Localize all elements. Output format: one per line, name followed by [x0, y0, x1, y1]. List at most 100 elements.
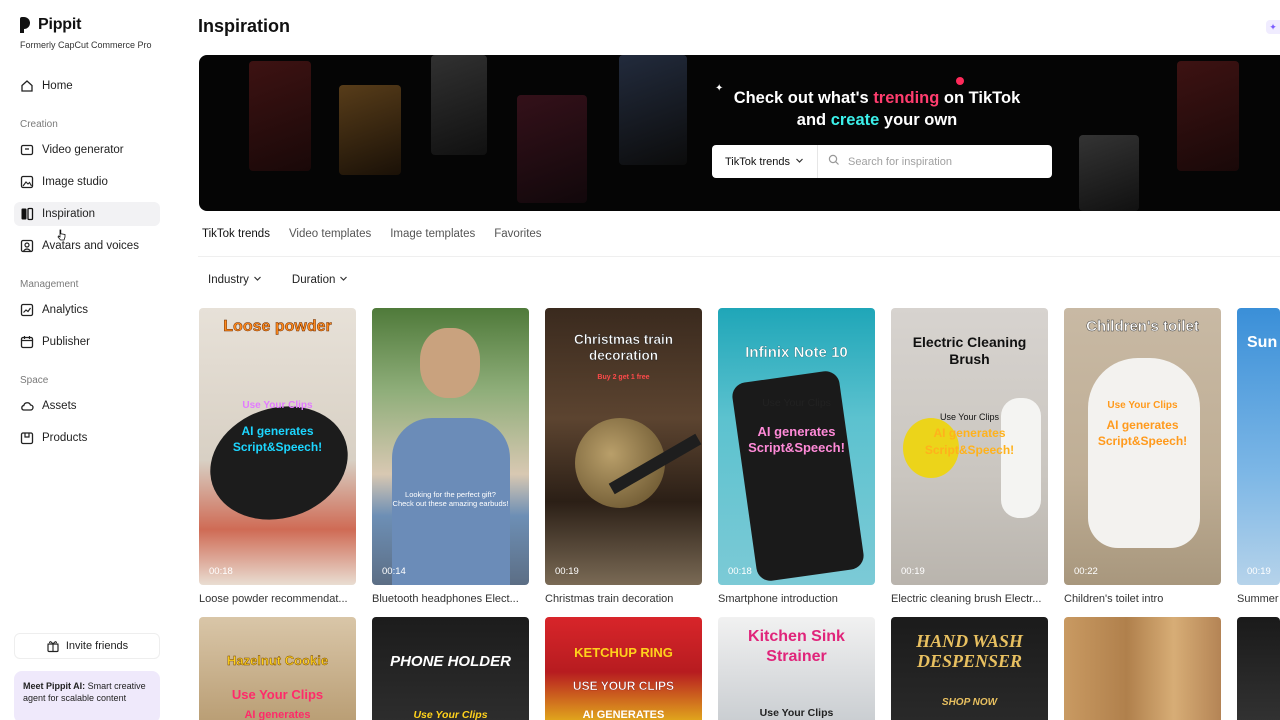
sidebar-item-image-studio[interactable]: Image studio — [14, 170, 160, 194]
template-card[interactable]: Hazelnut Cookie Use Your Clips AI genera… — [199, 617, 356, 720]
tabs-divider — [198, 256, 1280, 257]
thumbnail-title: Electric Cleaning Brush — [912, 334, 1027, 367]
industry-filter[interactable]: Industry — [198, 268, 272, 292]
sidebar-item-avatars[interactable]: Avatars and voices — [14, 234, 160, 258]
thumbnail-overlay: Script&Speech! — [1097, 434, 1188, 448]
hero-thumb — [339, 85, 401, 175]
tab-image-templates[interactable]: Image templates — [390, 226, 475, 256]
decor-dot — [956, 77, 964, 85]
template-card[interactable]: Kitchen Sink Strainer Use Your Clips — [718, 617, 875, 720]
sidebar-item-video-generator[interactable]: Video generator — [14, 138, 160, 162]
thumbnail-overlay: Buy 2 get 1 free — [597, 374, 650, 381]
chevron-down-icon — [339, 274, 348, 286]
template-thumbnail: Looking for the perfect gift? Check out … — [372, 308, 529, 585]
calendar-icon — [20, 335, 34, 349]
pippit-ai-promo[interactable]: Meet Pippit AI: Smart creative agent for… — [14, 671, 160, 720]
template-card[interactable]: KETCHUP RING USE YOUR CLIPS AI GENERATES — [545, 617, 702, 720]
thumbnail-overlay: Use Your Clips — [1107, 400, 1178, 411]
template-card[interactable] — [1064, 617, 1221, 720]
tab-favorites[interactable]: Favorites — [494, 226, 541, 256]
thumbnail-title: PHONE HOLDER — [390, 653, 511, 670]
template-card[interactable]: Looking for the perfect gift? Check out … — [372, 308, 529, 605]
category-tabs: TikTok trends Video templates Image temp… — [202, 226, 542, 256]
tab-tiktok-trends[interactable]: TikTok trends — [202, 226, 270, 256]
sidebar-item-home[interactable]: Home — [14, 74, 160, 98]
source-select[interactable]: TikTok trends — [712, 145, 818, 178]
thumbnail-overlay: Script&Speech! — [232, 440, 323, 454]
page-title: Inspiration — [198, 16, 291, 36]
thumbnail-overlay: AI generates — [244, 709, 311, 720]
template-card[interactable]: Sun 00:19 Summer — [1237, 308, 1280, 605]
thumbnail-title: HAND WASH DESPENSER — [916, 631, 1023, 671]
sidebar-item-assets[interactable]: Assets — [14, 394, 160, 418]
hero-thumb — [1177, 61, 1239, 171]
gift-icon — [46, 639, 60, 653]
thumbnail-title: Sun — [1247, 334, 1278, 351]
template-thumbnail: Loose powder Use Your Clips AI generates… — [199, 308, 356, 585]
video-duration: 00:18 — [209, 566, 233, 577]
sparkle-icon[interactable]: ✦ — [1266, 20, 1280, 34]
tab-video-templates[interactable]: Video templates — [289, 226, 371, 256]
video-duration: 00:18 — [728, 566, 752, 577]
thumbnail-overlay: Use Your Clips — [413, 709, 488, 720]
sidebar-item-label: Products — [42, 432, 88, 444]
video-duration: 00:14 — [382, 566, 406, 577]
invite-friends-button[interactable]: Invite friends — [14, 633, 160, 659]
hero-highlight-trending: trending — [873, 89, 940, 107]
filter-label: Duration — [291, 274, 336, 286]
template-caption: Electric cleaning brush Electr... — [891, 593, 1042, 605]
thumbnail-title: KETCHUP RING — [574, 645, 673, 660]
sidebar: Pippit Formerly CapCut Commerce Pro Home… — [0, 0, 176, 720]
search-input[interactable] — [848, 155, 1028, 168]
thumbnail-overlay: AI generates — [933, 426, 1006, 440]
image-icon — [20, 175, 34, 189]
toilet-shape — [1088, 358, 1200, 548]
thumbnail-title: Children's toilet — [1086, 318, 1199, 335]
sidebar-item-publisher[interactable]: Publisher — [14, 330, 160, 354]
brand-name: Pippit — [38, 16, 82, 33]
thumbnail-overlay: Looking for the perfect gift? — [405, 490, 496, 499]
template-card[interactable]: Infinix Note 10 Use Your Clips AI genera… — [718, 308, 875, 605]
template-caption: Summer — [1237, 593, 1279, 605]
template-card[interactable]: Children's toilet Use Your Clips AI gene… — [1064, 308, 1221, 605]
template-card[interactable]: PHONE HOLDER Use Your Clips — [372, 617, 529, 720]
hero-text: Check out what's — [733, 89, 874, 107]
hero-text: and — [796, 111, 831, 129]
hero-text: on TikTok — [939, 89, 1021, 107]
brand-logo[interactable]: Pippit — [20, 16, 81, 34]
filters: Industry Duration — [198, 268, 358, 292]
template-card[interactable] — [1237, 617, 1280, 720]
thumbnail-title: Kitchen Sink Strainer — [748, 628, 845, 665]
template-card[interactable]: Loose powder Use Your Clips AI generates… — [199, 308, 356, 605]
template-card[interactable]: Electric Cleaning Brush Use Your Clips A… — [891, 308, 1048, 605]
invite-friends-label: Invite friends — [65, 640, 129, 652]
sparkle-icon: ✦ — [715, 83, 724, 94]
template-card[interactable]: HAND WASH DESPENSER SHOP NOW — [891, 617, 1048, 720]
video-duration: 00:19 — [555, 566, 579, 577]
brand-subtitle: Formerly CapCut Commerce Pro — [20, 40, 152, 50]
thumbnail-overlay: SHOP NOW — [941, 697, 998, 708]
thumbnail-overlay: AI generates — [241, 424, 314, 438]
hero-thumb — [517, 95, 587, 203]
sidebar-item-analytics[interactable]: Analytics — [14, 298, 160, 322]
hero-thumb — [1079, 135, 1139, 211]
thumbnail-title: Hazelnut Cookie — [226, 653, 329, 668]
thumbnail-title: Loose powder — [223, 318, 332, 336]
chevron-down-icon — [253, 274, 262, 286]
mouse-cursor — [57, 228, 66, 241]
chevron-down-icon — [795, 156, 804, 168]
avatar-icon — [20, 239, 34, 253]
section-creation: Creation — [20, 119, 58, 130]
sidebar-item-products[interactable]: Products — [14, 426, 160, 450]
inspiration-icon — [20, 207, 34, 221]
template-caption: Christmas train decoration — [545, 593, 674, 605]
duration-filter[interactable]: Duration — [282, 268, 358, 292]
template-card[interactable]: Christmas train decoration Buy 2 get 1 f… — [545, 308, 702, 605]
template-thumbnail: Infinix Note 10 Use Your Clips AI genera… — [718, 308, 875, 585]
filter-label: Industry — [208, 274, 249, 286]
thumbnail-overlay: AI GENERATES — [582, 709, 665, 720]
sidebar-item-inspiration[interactable]: Inspiration — [14, 202, 160, 226]
sidebar-item-label: Publisher — [42, 336, 90, 348]
hero-highlight-create: create — [830, 111, 880, 129]
thumbnail-overlay: AI generates — [1106, 418, 1179, 432]
